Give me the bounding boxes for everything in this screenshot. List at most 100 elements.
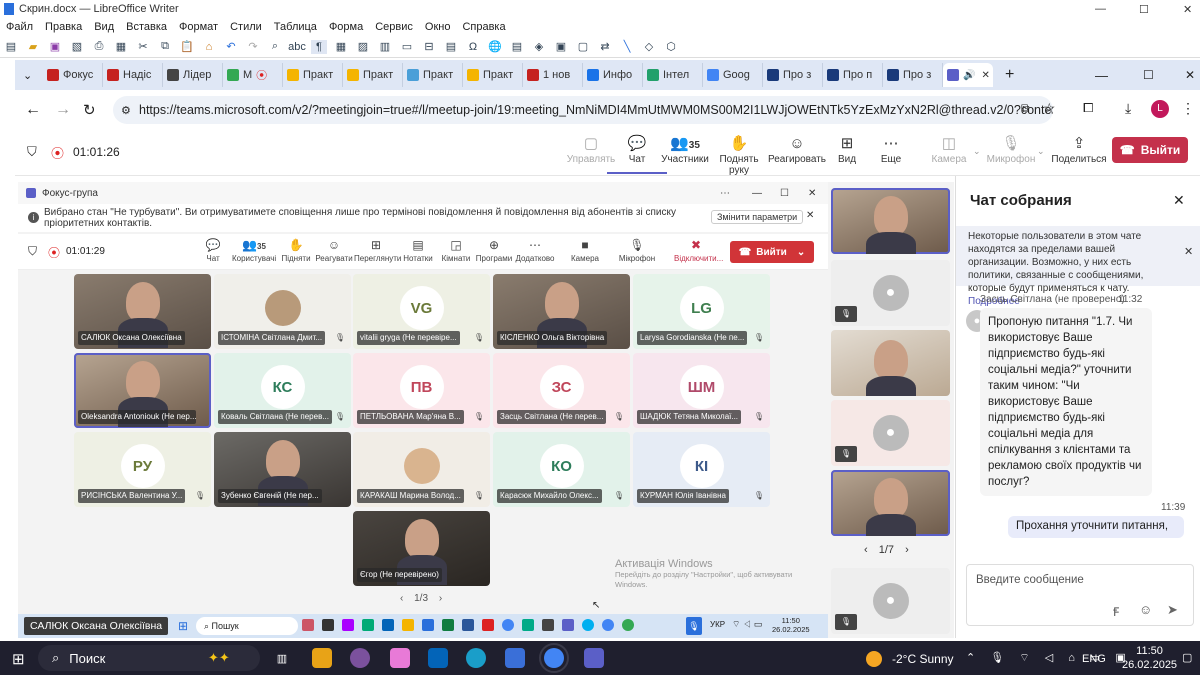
inner-participants-button[interactable]: 👥35 Користувачі [232, 238, 276, 263]
app-icon[interactable] [322, 619, 334, 631]
browser-tab[interactable]: Практ [343, 63, 403, 87]
start-icon[interactable]: ⊞ [12, 650, 25, 668]
shapes-icon[interactable]: ◇ [641, 40, 657, 54]
menu-styles[interactable]: Стили [224, 21, 268, 33]
change-settings-button[interactable]: Змінити параметри [711, 210, 804, 224]
file-explorer-icon[interactable] [312, 648, 332, 668]
participant-tile[interactable]: Єгор (Не перевірено) [353, 511, 490, 586]
strip-tile[interactable]: ● 🎙 [831, 400, 950, 466]
outlook-icon[interactable] [428, 648, 448, 668]
start-icon[interactable]: ⊞ [178, 619, 188, 633]
track-changes-icon[interactable]: ⇄ [597, 40, 613, 54]
chevron-left-icon[interactable]: ‹ [400, 593, 403, 604]
line-icon[interactable]: ╲ [619, 40, 635, 54]
close-icon[interactable]: ✕ [806, 210, 814, 221]
browser-tab[interactable]: М ⦿ [223, 63, 283, 87]
strip-tile[interactable] [831, 188, 950, 254]
cast-icon[interactable]: ⧉ [1021, 101, 1030, 116]
participant-tile[interactable]: КО Карасюк Михайло Олекс... 🎙 [493, 432, 630, 507]
strip-tile[interactable] [831, 470, 950, 536]
chevron-right-icon[interactable]: › [905, 544, 909, 556]
chevron-left-icon[interactable]: ‹ [864, 544, 868, 556]
export-pdf-icon[interactable]: ▧ [69, 40, 85, 54]
menu-form[interactable]: Форма [323, 21, 369, 33]
new-icon[interactable]: ▤ [3, 40, 19, 54]
forward-icon[interactable]: → [55, 101, 71, 119]
draw-icon[interactable]: ⬡ [663, 40, 679, 54]
special-char-icon[interactable]: Ω [465, 40, 481, 54]
store-icon[interactable] [505, 648, 525, 668]
participant-tile[interactable]: КІ КУРМАН Юлія Іванівна 🎙 [633, 432, 770, 507]
close-icon[interactable]: ✕ [1183, 3, 1192, 16]
close-icon[interactable]: ✕ [1185, 68, 1195, 82]
participant-tile[interactable]: КІСЛЕНКО Ольга Вікторівна [493, 274, 630, 349]
browser-tab[interactable]: Про з [883, 63, 943, 87]
menu-view[interactable]: Вид [88, 21, 120, 33]
mic-button[interactable]: 🎙 Микрофон [981, 134, 1041, 165]
extensions-icon[interactable]: ⧠ [1083, 100, 1093, 116]
print-icon[interactable]: ⎙ [91, 40, 107, 54]
maximize-icon[interactable]: ☐ [780, 188, 789, 199]
language-indicator[interactable]: ENG [1082, 653, 1106, 665]
app-icon[interactable] [422, 619, 434, 631]
edge-icon[interactable] [466, 648, 486, 668]
app-icon[interactable] [602, 619, 614, 631]
inner-leave-button[interactable]: ☎ Вийти ⌄ [730, 241, 814, 263]
undo-icon[interactable]: ↶ [223, 40, 239, 54]
table-icon[interactable]: ▦ [333, 40, 349, 54]
inner-disconnect-button[interactable]: ✖ Відключити... [674, 238, 723, 263]
chart-icon[interactable]: ▥ [377, 40, 393, 54]
downloads-icon[interactable]: ⤓ [1125, 100, 1131, 117]
find-replace-icon[interactable]: ⌕ [267, 40, 283, 54]
app-icon[interactable] [542, 619, 554, 631]
minimize-icon[interactable]: — [1095, 68, 1108, 83]
menu-format[interactable]: Формат [173, 21, 224, 33]
browser-tab[interactable]: Практ [403, 63, 463, 87]
inner-mic-button[interactable]: 🎙 Мікрофон [615, 238, 659, 263]
participant-tile[interactable]: VG vitalii gryga (Не перевіре... 🎙 [353, 274, 490, 349]
bookmark-icon[interactable]: ◈ [531, 40, 547, 54]
close-icon[interactable]: ✕ [808, 188, 816, 199]
viber-icon[interactable] [350, 648, 370, 668]
hyperlink-icon[interactable]: 🌐 [487, 40, 503, 54]
participant-tile[interactable]: ЗС Засць Світлана (Не перев... 🎙 [493, 353, 630, 428]
inner-view-button[interactable]: ⊞ Переглянути [354, 238, 401, 263]
menu-edit[interactable]: Правка [39, 21, 88, 33]
message-input[interactable]: Введите сообщение [976, 574, 1084, 586]
teams-icon[interactable] [584, 648, 604, 668]
copy-icon[interactable]: ⧉ [157, 40, 173, 54]
app-icon[interactable] [302, 619, 314, 631]
copilot-icon[interactable] [390, 648, 410, 668]
redo-icon[interactable]: ↷ [245, 40, 261, 54]
textbox-icon[interactable]: ▭ [399, 40, 415, 54]
clock[interactable]: 11:50 26.02.2025 [1122, 644, 1177, 672]
footnote-icon[interactable]: ▤ [509, 40, 525, 54]
browser-tab[interactable]: Инфо [583, 63, 643, 87]
participant-tile[interactable]: ШМ ШАДЮК Тетяна Миколаї... 🎙 [633, 353, 770, 428]
format-icon[interactable]: Ꞙ [1113, 603, 1119, 620]
app-icon[interactable] [442, 619, 454, 631]
participant-tile[interactable]: КАРАКАШ Марина Волод... 🎙 [353, 432, 490, 507]
app-icon[interactable] [402, 619, 414, 631]
app-icon[interactable] [582, 619, 594, 631]
notification-icon[interactable]: ▢ [1182, 651, 1192, 664]
field-icon[interactable]: ▤ [443, 40, 459, 54]
paste-icon[interactable]: 📋 [179, 40, 195, 54]
browser-tab[interactable]: Надіс [103, 63, 163, 87]
participant-tile[interactable]: САЛЮК Оксана Олексіївна [74, 274, 211, 349]
leave-button[interactable]: ☎ Выйти [1112, 137, 1188, 163]
browser-tab[interactable]: Інтел [643, 63, 703, 87]
app-icon[interactable] [342, 619, 354, 631]
browser-tab[interactable]: Фокус [43, 63, 103, 87]
print-preview-icon[interactable]: ▦ [113, 40, 129, 54]
message-compose[interactable]: Введите сообщение Ꞙ ☺ ➤ [966, 564, 1194, 626]
minimize-icon[interactable]: — [752, 188, 762, 199]
browser-tab[interactable]: Про з [763, 63, 823, 87]
spellcheck-icon[interactable]: abc [288, 40, 306, 54]
inner-react-button[interactable]: ☺ Реагувати [312, 238, 356, 263]
browser-tab[interactable]: 1 нов [523, 63, 583, 87]
image-icon[interactable]: ▨ [355, 40, 371, 54]
close-icon[interactable]: ✕ [1184, 246, 1193, 259]
open-icon[interactable]: ▰ [25, 40, 41, 54]
maximize-icon[interactable]: ☐ [1139, 3, 1149, 16]
